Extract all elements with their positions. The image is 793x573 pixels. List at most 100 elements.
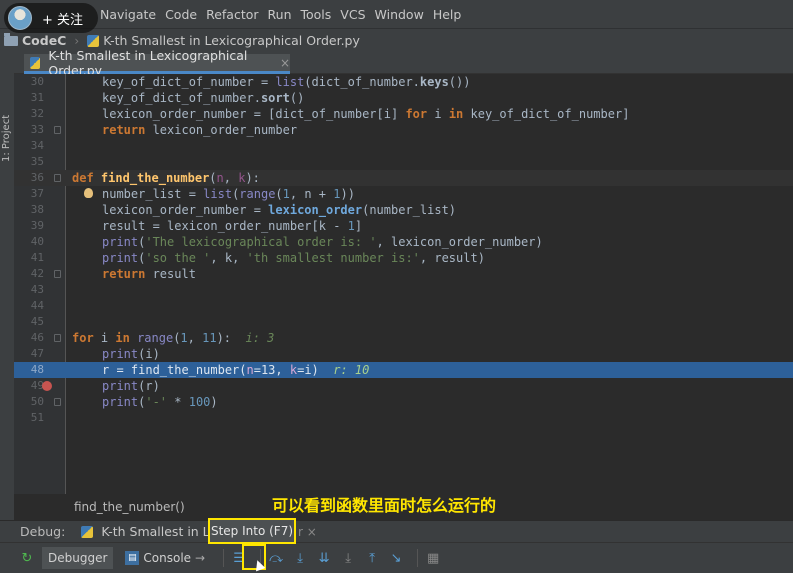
code-text: number_list = list(range(1, n + 1))	[102, 187, 355, 201]
code-line: 51	[14, 410, 793, 426]
step-into-icon: ⤓	[297, 550, 303, 566]
line-number: 32	[30, 107, 44, 120]
code-line: 31 key_of_dict_of_number.sort()	[14, 90, 793, 106]
rerun-icon: ↻	[21, 550, 33, 566]
line-number: 48	[30, 363, 44, 376]
python-file-icon	[81, 525, 94, 538]
code-text: print('The lexicographical order is: ', …	[102, 235, 543, 249]
fold-icon[interactable]	[54, 270, 61, 278]
menu-run[interactable]: Run	[268, 7, 292, 22]
follow-label: + 关注	[42, 12, 84, 28]
line-number: 35	[30, 155, 44, 168]
step-into-my-code-icon: ⇊	[318, 550, 330, 566]
console-icon: ▤	[125, 551, 140, 565]
debug-tab-close[interactable]: r ×	[298, 525, 317, 539]
code-line: 30 key_of_dict_of_number = list(dict_of_…	[14, 74, 793, 90]
code-text: return result	[102, 267, 196, 281]
line-number: 51	[30, 411, 44, 424]
run-to-cursor-icon: ↘	[390, 550, 402, 566]
line-number: 39	[30, 219, 44, 232]
step-into-button[interactable]: ⤓	[291, 547, 309, 569]
tool-window-strip: 1: Project	[0, 52, 14, 522]
code-line-execution-point: 48 r = find_the_number(n=13, k=i) r: 10	[14, 362, 793, 378]
run-to-cursor-button[interactable]: ↘	[387, 547, 405, 569]
close-icon[interactable]: ×	[280, 56, 290, 70]
line-number: 44	[30, 299, 44, 312]
code-line: 47 print(i)	[14, 346, 793, 362]
line-number: 30	[30, 75, 44, 88]
code-editor[interactable]: 30 key_of_dict_of_number = list(dict_of_…	[14, 74, 793, 494]
step-into-my-code-button[interactable]: ⇊	[315, 547, 333, 569]
debug-label: Debug:	[20, 524, 66, 539]
line-number: 34	[30, 139, 44, 152]
code-line: 32 lexicon_order_number = [dict_of_numbe…	[14, 106, 793, 122]
step-out-button[interactable]: ⤒	[363, 547, 381, 569]
code-text: result = lexicon_order_number[k - 1]	[102, 219, 363, 233]
menu-refactor[interactable]: Refactor	[206, 7, 258, 22]
editor-footer-breadcrumb[interactable]: find_the_number()	[74, 500, 185, 514]
fold-icon[interactable]	[54, 398, 61, 406]
breadcrumb-project[interactable]: CodeC	[22, 33, 66, 48]
line-number: 47	[30, 347, 44, 360]
code-line: 37 number_list = list(range(1, n + 1))	[14, 186, 793, 202]
line-number: 31	[30, 91, 44, 104]
menu-navigate[interactable]: Navigate	[100, 7, 156, 22]
code-line: 35	[14, 154, 793, 170]
menu-help[interactable]: Help	[433, 7, 462, 22]
force-step-into-icon: ⤓	[345, 550, 351, 566]
fold-icon[interactable]	[54, 126, 61, 134]
line-number: 46	[30, 331, 44, 344]
lightbulb-icon[interactable]	[84, 188, 93, 198]
line-number: 36	[30, 171, 44, 184]
avatar	[8, 6, 32, 30]
project-tool-button[interactable]: 1: Project	[1, 115, 12, 162]
editor-tab-bar: K-th Smallest in Lexicographical Order.p…	[14, 48, 793, 78]
code-line: 41 print('so the ', k, 'th smallest numb…	[14, 250, 793, 266]
fold-icon[interactable]	[54, 334, 61, 342]
menu-window[interactable]: Window	[375, 7, 424, 22]
step-over-icon: ⤼	[269, 550, 284, 566]
code-line: 44	[14, 298, 793, 314]
line-number: 33	[30, 123, 44, 136]
pin-icon: →	[195, 551, 206, 565]
code-text: r = find_the_number(n=13, k=i) r: 10	[102, 363, 370, 377]
breakpoint-icon[interactable]	[42, 381, 52, 391]
evaluate-expression-button[interactable]: ▦	[424, 547, 442, 569]
editor-tab[interactable]: K-th Smallest in Lexicographical Order.p…	[24, 48, 290, 78]
step-over-button[interactable]: ⤼	[267, 547, 285, 569]
editor-tab-title: K-th Smallest in Lexicographical Order.p…	[48, 47, 248, 78]
line-number: 40	[30, 235, 44, 248]
force-step-into-button[interactable]: ⤓	[339, 547, 357, 569]
menu-bar: Navigate Code Refactor Run Tools VCS Win…	[0, 0, 793, 28]
menu-code[interactable]: Code	[165, 7, 197, 22]
line-number: 43	[30, 283, 44, 296]
code-text: print(r)	[102, 379, 160, 393]
debugger-tab[interactable]: Debugger	[42, 547, 114, 569]
console-tab[interactable]: ▤ Console →	[119, 547, 211, 569]
code-text: key_of_dict_of_number.sort()	[102, 91, 305, 105]
code-line: 39 result = lexicon_order_number[k - 1]	[14, 218, 793, 234]
inline-debug-value: r: 10	[318, 363, 370, 377]
menu-tools[interactable]: Tools	[301, 7, 332, 22]
code-text: for i in range(1, 11): i: 3	[72, 331, 275, 345]
fold-icon[interactable]	[54, 174, 61, 182]
line-number: 42	[30, 267, 44, 280]
line-number: 37	[30, 187, 44, 200]
line-number: 38	[30, 203, 44, 216]
python-file-icon	[87, 34, 100, 47]
breadcrumb-file[interactable]: K-th Smallest in Lexicographical Order.p…	[103, 33, 360, 48]
menu-vcs[interactable]: VCS	[340, 7, 365, 22]
tooltip-text: Step Into (F7)	[210, 524, 294, 538]
code-line: 49 print(r)	[14, 378, 793, 394]
folder-icon	[4, 32, 18, 46]
code-line: 40 print('The lexicographical order is: …	[14, 234, 793, 250]
code-line: 45	[14, 314, 793, 330]
code-line: 50 print('-' * 100)	[14, 394, 793, 410]
code-text: key_of_dict_of_number = list(dict_of_num…	[102, 75, 471, 89]
code-line: 42 return result	[14, 266, 793, 282]
rerun-button[interactable]: ↻	[18, 547, 36, 569]
follow-button[interactable]: + 关注	[4, 3, 98, 33]
code-text: print('so the ', k, 'th smallest number …	[102, 251, 485, 265]
code-line: 38 lexicon_order_number = lexicon_order(…	[14, 202, 793, 218]
code-line-current: 36 def find_the_number(n, k):	[14, 170, 793, 186]
